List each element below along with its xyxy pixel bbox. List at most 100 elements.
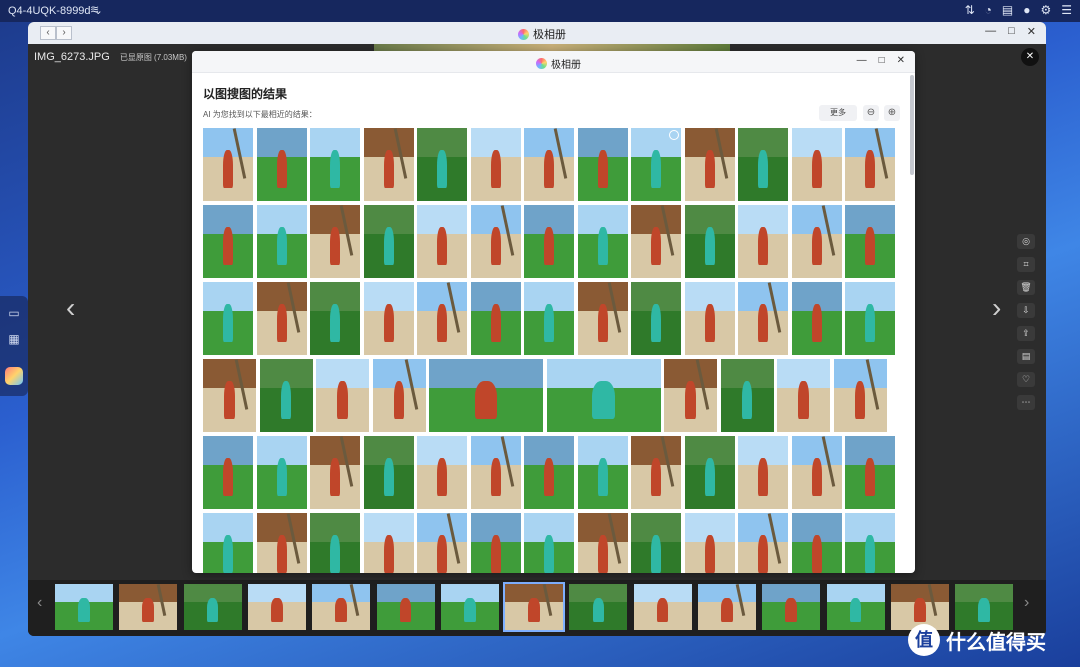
result-photo[interactable] [845, 282, 895, 355]
result-photo[interactable] [577, 128, 628, 201]
filmstrip-thumbnail[interactable] [247, 584, 306, 630]
gauge-icon[interactable]: ◔ [985, 3, 992, 17]
result-photo[interactable] [524, 282, 574, 355]
result-photo[interactable] [417, 205, 467, 278]
result-photo[interactable] [363, 128, 414, 201]
result-photo[interactable] [791, 205, 842, 278]
zoom-in-button[interactable]: ⊕ [884, 105, 900, 121]
film-icon[interactable]: ▤ [1017, 349, 1035, 364]
task-icon[interactable]: ▤ [1002, 3, 1013, 17]
result-photo[interactable] [631, 436, 681, 509]
result-photo[interactable] [845, 205, 895, 278]
apps-grid-icon[interactable]: ▦ [6, 332, 22, 346]
close-button[interactable]: ✕ [1027, 25, 1036, 38]
user-icon[interactable]: ● [1023, 3, 1030, 17]
dialog-scrollbar[interactable] [910, 75, 914, 175]
more-button[interactable]: 更多 [819, 105, 857, 121]
result-photo[interactable] [577, 513, 628, 573]
back-button[interactable]: ‹ [40, 26, 56, 40]
result-photo[interactable] [577, 205, 628, 278]
storage-icon[interactable]: ▭ [6, 306, 22, 320]
filmstrip-thumbnail[interactable] [698, 584, 756, 630]
result-photo[interactable] [363, 282, 414, 355]
filmstrip-thumbnail[interactable] [312, 584, 371, 630]
gear-icon[interactable]: ⚙ [1040, 3, 1051, 17]
result-photo[interactable] [417, 282, 467, 355]
result-photo[interactable] [470, 436, 521, 509]
transfer-icon[interactable]: ⇅ [965, 3, 975, 17]
minimize-button[interactable]: — [985, 25, 996, 38]
select-circle-icon[interactable] [669, 130, 679, 140]
heart-icon[interactable]: ♡ [1017, 372, 1035, 387]
result-photo[interactable] [256, 282, 307, 355]
result-photo[interactable] [577, 436, 628, 509]
result-photo[interactable] [664, 359, 717, 432]
result-photo[interactable] [631, 513, 681, 573]
result-photo[interactable] [203, 205, 253, 278]
result-photo[interactable] [738, 513, 788, 573]
next-photo-button[interactable]: › [992, 292, 1001, 324]
forward-button[interactable]: › [56, 26, 72, 40]
result-photo[interactable] [256, 513, 307, 573]
share-icon[interactable]: ⇪ [1017, 326, 1035, 341]
filmstrip-thumbnail[interactable] [503, 582, 566, 632]
result-photo[interactable] [470, 513, 521, 573]
result-photo[interactable] [738, 282, 788, 355]
result-photo[interactable] [738, 436, 788, 509]
result-photo[interactable] [203, 359, 256, 432]
filmstrip-thumbnail[interactable] [183, 584, 242, 630]
result-photo[interactable] [631, 282, 681, 355]
result-photo[interactable] [363, 513, 414, 573]
result-photo[interactable] [203, 436, 253, 509]
result-photo[interactable] [429, 359, 543, 432]
result-photo[interactable] [791, 436, 842, 509]
device-name[interactable]: Q4-4UQK-8999d ⌄ [8, 4, 103, 17]
strip-prev-button[interactable]: ‹ [37, 594, 42, 612]
result-photo[interactable] [720, 359, 774, 432]
filmstrip-thumbnail[interactable] [119, 584, 178, 630]
result-photo[interactable] [256, 205, 307, 278]
more-icon[interactable]: ⋯ [1017, 395, 1035, 410]
result-photo[interactable] [684, 513, 735, 573]
result-photo[interactable] [316, 359, 369, 432]
result-photo[interactable] [524, 513, 574, 573]
result-photo[interactable] [524, 205, 574, 278]
viewer-close-button[interactable]: ✕ [1021, 48, 1039, 66]
result-photo[interactable] [738, 128, 788, 201]
filmstrip-thumbnail[interactable] [633, 584, 692, 630]
result-photo[interactable] [470, 282, 521, 355]
filmstrip-thumbnail[interactable] [762, 584, 821, 630]
result-photo[interactable] [845, 128, 895, 201]
result-photo[interactable] [372, 359, 426, 432]
crop-icon[interactable]: ⌗ [1017, 257, 1035, 272]
result-photo[interactable] [310, 205, 360, 278]
close-button[interactable]: ✕ [897, 55, 905, 66]
maximize-button[interactable]: □ [1008, 25, 1015, 38]
minimize-button[interactable]: — [857, 55, 867, 66]
result-photo[interactable] [845, 513, 895, 573]
filmstrip-thumbnail[interactable] [826, 584, 885, 630]
result-photo[interactable] [791, 128, 842, 201]
result-photo[interactable] [577, 282, 628, 355]
photo-app-icon[interactable] [5, 367, 23, 385]
filmstrip-thumbnail[interactable] [569, 584, 628, 630]
result-photo[interactable] [631, 128, 681, 201]
maximize-button[interactable]: □ [879, 55, 885, 66]
result-photo[interactable] [791, 513, 842, 573]
result-photo[interactable] [203, 128, 253, 201]
result-photo[interactable] [631, 205, 681, 278]
filmstrip-thumbnail[interactable] [55, 584, 113, 630]
result-photo[interactable] [777, 359, 830, 432]
result-photo[interactable] [417, 436, 467, 509]
result-photo[interactable] [524, 128, 574, 201]
result-photo[interactable] [470, 205, 521, 278]
result-photo[interactable] [738, 205, 788, 278]
filmstrip-thumbnail[interactable] [376, 584, 435, 630]
result-photo[interactable] [310, 128, 360, 201]
result-photo[interactable] [203, 513, 253, 573]
result-photo[interactable] [310, 282, 360, 355]
result-photo[interactable] [845, 436, 895, 509]
previous-photo-button[interactable]: ‹ [66, 292, 75, 324]
menu-icon[interactable]: ☰ [1061, 3, 1072, 17]
result-photo[interactable] [833, 359, 887, 432]
